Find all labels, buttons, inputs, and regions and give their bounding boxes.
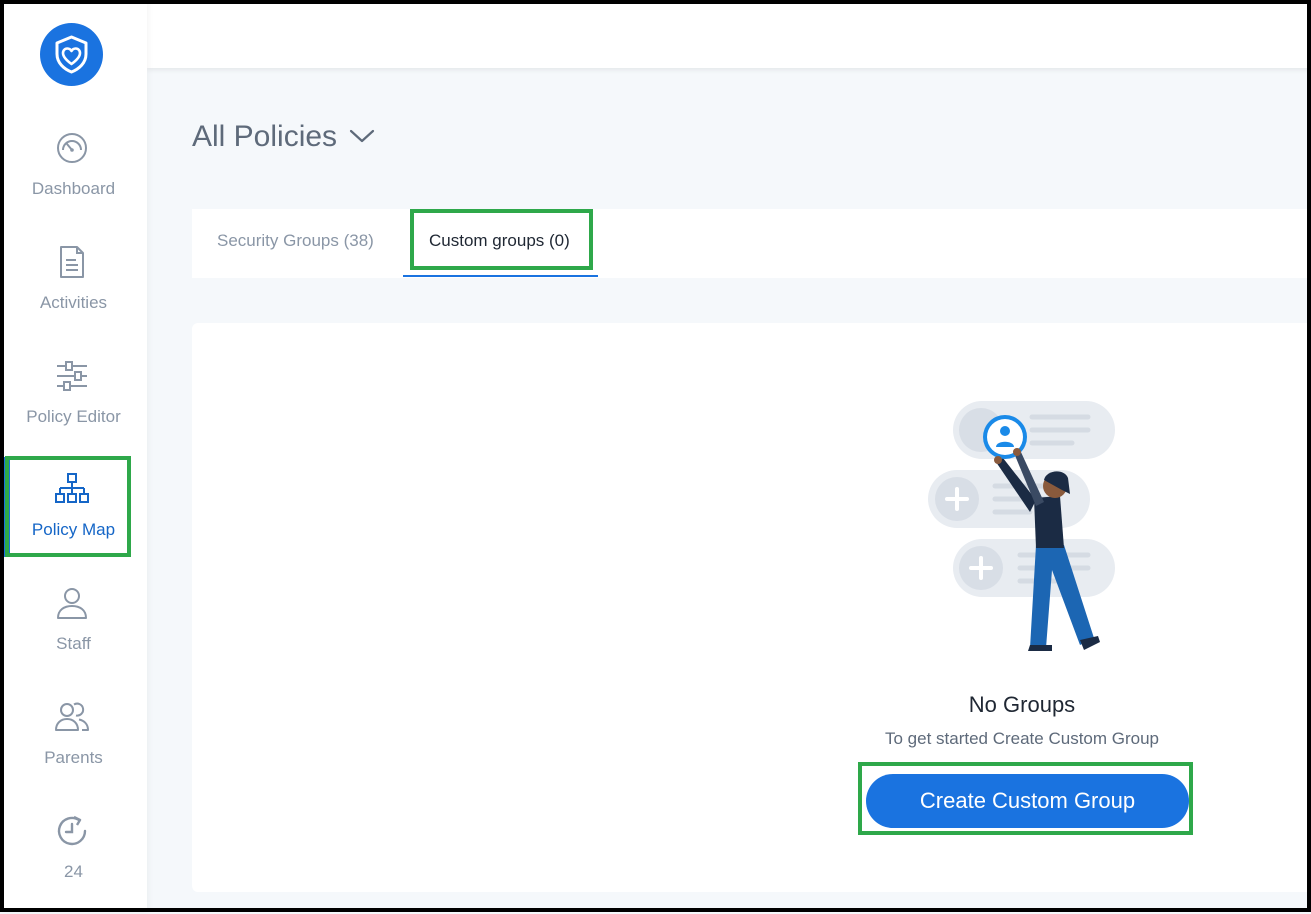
- sidebar-item-label: Dashboard: [31, 179, 116, 198]
- user-icon: [57, 588, 87, 619]
- tabs-bar: Security Groups (38) Custom groups (0): [192, 209, 1311, 278]
- sidebar-item-label: 24: [64, 862, 83, 881]
- empty-state-title: No Groups: [968, 692, 1076, 717]
- sidebar-item-dashboard[interactable]: Dashboard: [0, 131, 147, 231]
- sidebar-item-label: Policy Editor: [26, 407, 121, 426]
- document-icon: [60, 246, 84, 278]
- users-icon: [55, 702, 89, 731]
- shield-heart-icon[interactable]: [40, 23, 103, 86]
- chevron-down-icon[interactable]: [349, 126, 375, 146]
- hierarchy-icon: [55, 473, 89, 503]
- sidebar-item-label: Policy Map: [31, 520, 116, 539]
- sidebar-item-label: Staff: [56, 634, 91, 653]
- history-clock-icon: [57, 815, 87, 846]
- sidebar-item-staff[interactable]: Staff: [0, 586, 147, 686]
- active-indicator: [4, 457, 10, 557]
- tab-custom-groups[interactable]: Custom groups (0): [429, 231, 570, 251]
- sidebar-item-label: Activities: [39, 293, 108, 312]
- top-bar: [147, 0, 1311, 68]
- create-custom-group-button[interactable]: Create Custom Group: [866, 774, 1189, 828]
- sidebar: Dashboard Activities Policy Editor Polic…: [0, 0, 147, 912]
- person-adding-group-illustration: [928, 401, 1115, 651]
- sidebar-item-parents[interactable]: Parents: [0, 700, 147, 800]
- speedometer-icon: [57, 133, 87, 163]
- sidebar-item-policy-editor[interactable]: Policy Editor: [0, 359, 147, 459]
- page-title: All Policies: [192, 120, 338, 153]
- sidebar-item-history[interactable]: 24: [0, 814, 147, 914]
- empty-state-subtitle: To get started Create Custom Group: [884, 729, 1160, 748]
- active-tab-underline: [403, 275, 598, 277]
- sliders-icon: [57, 361, 87, 391]
- sidebar-item-activities[interactable]: Activities: [0, 245, 147, 345]
- sidebar-item-policy-map[interactable]: Policy Map: [0, 472, 147, 572]
- tab-security-groups[interactable]: Security Groups (38): [217, 231, 374, 251]
- sidebar-item-label: Parents: [44, 748, 103, 767]
